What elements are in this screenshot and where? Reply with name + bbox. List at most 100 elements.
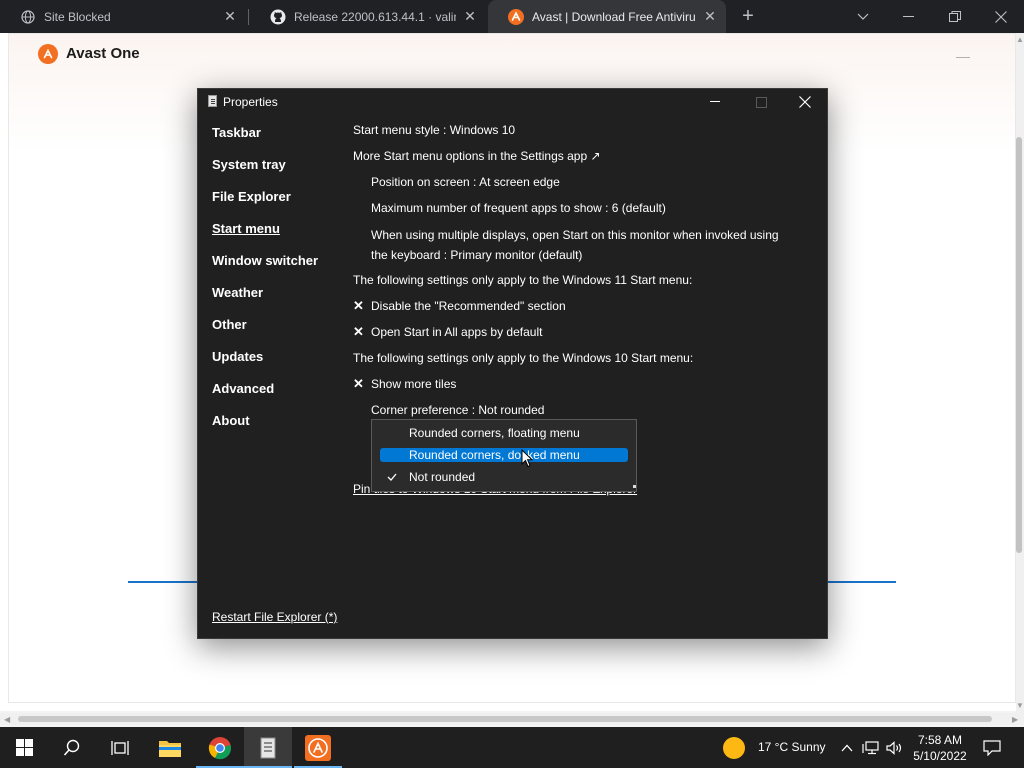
chevron-up-icon	[841, 744, 853, 751]
checkbox-open-all-apps[interactable]: ✕	[353, 324, 364, 340]
setting-multi-display[interactable]: When using multiple displays, open Start…	[371, 225, 791, 265]
clock-date: 5/10/2022	[913, 749, 967, 763]
tab-site-blocked[interactable]: Site Blocked ✕	[0, 0, 246, 33]
properties-app-icon	[208, 95, 217, 107]
volume-button[interactable]	[884, 727, 906, 768]
window-titlebar[interactable]: Properties	[198, 89, 827, 115]
page-divider-left	[128, 581, 198, 583]
tab-title: Avast | Download Free Antivirus & V	[532, 9, 696, 24]
close-icon	[995, 10, 1007, 23]
taskbar-avast[interactable]	[294, 727, 342, 768]
setting-show-more-tiles[interactable]: Show more tiles	[371, 377, 456, 391]
tab-close-icon[interactable]: ✕	[702, 8, 718, 25]
weather-summary[interactable]: 17 °C Sunny	[758, 740, 826, 754]
scroll-down-icon[interactable]: ▼	[1016, 701, 1024, 710]
nav-start-menu[interactable]: Start menu	[212, 221, 280, 236]
corner-preference-dropdown: Rounded corners, floating menu Rounded c…	[371, 419, 637, 492]
vertical-scroll-thumb[interactable]	[1016, 137, 1022, 553]
setting-max-frequent-apps[interactable]: Maximum number of frequent apps to show …	[371, 201, 666, 215]
speaker-icon	[886, 740, 902, 755]
notifications-icon	[983, 739, 1001, 756]
nav-advanced[interactable]: Advanced	[212, 381, 274, 396]
tab-avast-download[interactable]: Avast | Download Free Antivirus & V ✕	[488, 0, 726, 33]
nav-updates[interactable]: Updates	[212, 349, 263, 364]
setting-start-menu-style[interactable]: Start menu style : Windows 10	[353, 123, 515, 137]
horizontal-scroll-thumb[interactable]	[18, 716, 992, 722]
option-label: Not rounded	[409, 470, 476, 484]
notifications-button[interactable]	[980, 727, 1004, 768]
github-icon	[270, 9, 286, 25]
window-minimize-button[interactable]	[692, 89, 738, 115]
dropdown-option-docked[interactable]: Rounded corners, docked menu	[380, 448, 628, 462]
nav-about[interactable]: About	[212, 413, 250, 428]
network-icon	[862, 740, 879, 754]
setting-disable-recommended[interactable]: Disable the "Recommended" section	[371, 299, 566, 313]
nav-taskbar[interactable]: Taskbar	[212, 125, 261, 140]
option-label: Rounded corners, docked menu	[409, 448, 580, 462]
clock-time: 7:58 AM	[917, 733, 963, 747]
search-icon	[63, 739, 80, 756]
close-icon	[799, 96, 811, 108]
minimize-icon	[709, 101, 720, 102]
network-button[interactable]	[860, 727, 882, 768]
page-divider-right	[828, 581, 896, 583]
setting-open-all-apps[interactable]: Open Start in All apps by default	[371, 325, 542, 339]
restart-file-explorer-link[interactable]: Restart File Explorer (*)	[212, 610, 337, 624]
dropdown-option-not-rounded[interactable]: Not rounded	[380, 470, 628, 484]
window-title: Properties	[223, 95, 278, 109]
globe-icon	[20, 9, 36, 25]
new-tab-button[interactable]: +	[738, 5, 758, 27]
checkmark-icon	[385, 470, 399, 484]
section-win11-header: The following settings only apply to the…	[353, 273, 693, 287]
section-win10-header: The following settings only apply to the…	[353, 351, 694, 365]
nav-other[interactable]: Other	[212, 317, 247, 332]
horizontal-scrollbar[interactable]: ◀ ▶	[0, 713, 1024, 725]
minimize-icon	[903, 15, 914, 17]
browser-close-button[interactable]	[978, 0, 1024, 33]
start-button[interactable]	[0, 727, 48, 768]
setting-corner-preference[interactable]: Corner preference : Not rounded	[371, 403, 544, 417]
option-label: Rounded corners, floating menu	[409, 426, 580, 440]
browser-minimize-button[interactable]	[886, 0, 932, 33]
taskbar-clock[interactable]: 7:58 AM 5/10/2022	[908, 732, 972, 764]
mouse-cursor-icon	[521, 449, 533, 468]
properties-window: Properties Taskbar System tray File Expl…	[197, 88, 828, 639]
link-more-start-options[interactable]: More Start menu options in the Settings …	[353, 149, 601, 163]
tab-search-button[interactable]	[840, 0, 886, 33]
vertical-scrollbar[interactable]: ▲ ▼	[1016, 33, 1024, 713]
search-button[interactable]	[48, 727, 96, 768]
tab-close-icon[interactable]: ✕	[462, 8, 478, 25]
scroll-right-icon[interactable]: ▶	[1012, 715, 1018, 724]
window-close-button[interactable]	[782, 89, 828, 115]
restore-icon	[949, 10, 961, 22]
nav-window-switcher[interactable]: Window switcher	[212, 253, 318, 268]
window-maximize-button[interactable]	[738, 89, 784, 115]
checkbox-disable-recommended[interactable]: ✕	[353, 298, 364, 314]
chevron-down-icon	[857, 13, 869, 20]
avast-logo-icon	[38, 44, 58, 64]
page-minimize-icon[interactable]	[956, 57, 970, 58]
taskbar-file-explorer[interactable]	[146, 727, 194, 768]
nav-system-tray[interactable]: System tray	[212, 157, 286, 172]
taskbar-properties-app[interactable]	[244, 727, 292, 768]
nav-file-explorer[interactable]: File Explorer	[212, 189, 291, 204]
show-hidden-icons-button[interactable]	[838, 727, 856, 768]
weather-sunny-icon[interactable]	[723, 737, 745, 759]
tab-github-release[interactable]: Release 22000.613.44.1 · valinet/E ✕	[250, 0, 486, 33]
tab-title: Site Blocked	[44, 9, 111, 24]
checkbox-show-more-tiles[interactable]: ✕	[353, 376, 364, 392]
tab-close-icon[interactable]: ✕	[222, 8, 238, 25]
avast-icon	[305, 734, 331, 761]
taskbar-chrome[interactable]	[196, 727, 244, 768]
brand-name: Avast One	[66, 45, 140, 62]
browser-restore-button[interactable]	[932, 0, 978, 33]
task-view-button[interactable]	[96, 727, 144, 768]
properties-app-icon	[260, 737, 276, 758]
setting-position-on-screen[interactable]: Position on screen : At screen edge	[371, 175, 560, 189]
tab-title: Release 22000.613.44.1 · valinet/E	[294, 9, 456, 24]
scroll-up-icon[interactable]: ▲	[1016, 35, 1024, 44]
dropdown-option-floating[interactable]: Rounded corners, floating menu	[380, 426, 628, 440]
resize-grip-icon[interactable]	[633, 485, 636, 488]
nav-weather[interactable]: Weather	[212, 285, 263, 300]
scroll-left-icon[interactable]: ◀	[4, 715, 10, 724]
